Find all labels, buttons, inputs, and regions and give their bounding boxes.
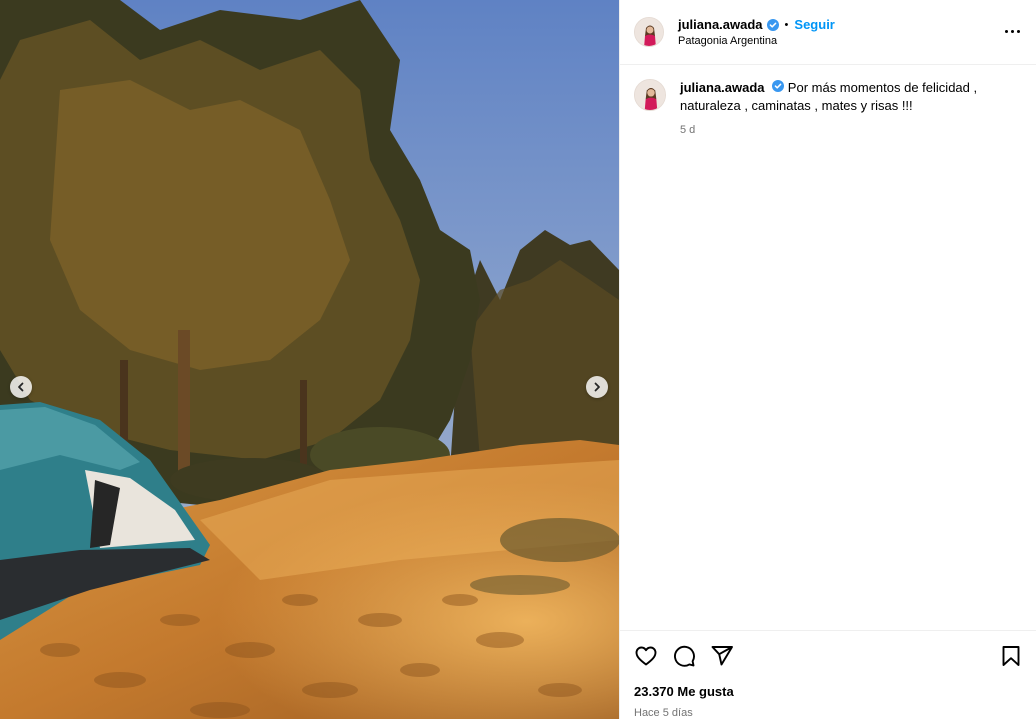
- verified-badge-icon: [766, 18, 779, 31]
- more-options-icon[interactable]: [1003, 22, 1022, 41]
- caption-text: juliana.awada Por más momentos de felici…: [680, 79, 1010, 115]
- landscape-illustration: [0, 0, 619, 719]
- separator-dot: •: [784, 18, 789, 31]
- next-photo-button[interactable]: [586, 376, 608, 398]
- post-date[interactable]: Hace 5 días: [634, 707, 1023, 719]
- profile-picture: [635, 80, 665, 110]
- comment-icon[interactable]: [672, 644, 696, 668]
- post-header: juliana.awada • Seguir Patagonia Argenti…: [620, 0, 1036, 65]
- profile-picture: [635, 18, 663, 46]
- caption-username[interactable]: juliana.awada: [680, 80, 765, 95]
- chevron-right-icon: [594, 382, 600, 392]
- previous-photo-button[interactable]: [10, 376, 32, 398]
- heart-icon[interactable]: [634, 644, 658, 668]
- chevron-left-icon: [18, 382, 24, 392]
- caption-timestamp[interactable]: 5 d: [680, 124, 1010, 136]
- verified-badge-icon: [772, 80, 785, 92]
- post-photo[interactable]: [0, 0, 619, 719]
- username[interactable]: juliana.awada: [678, 17, 763, 32]
- send-icon[interactable]: [710, 644, 734, 668]
- location-link[interactable]: Patagonia Argentina: [678, 35, 835, 47]
- avatar[interactable]: [634, 17, 664, 47]
- caption: juliana.awada Por más momentos de felici…: [620, 65, 1036, 136]
- follow-button[interactable]: Seguir: [794, 17, 834, 32]
- action-bar: 23.370 Me gusta Hace 5 días: [620, 630, 1036, 719]
- caption-avatar[interactable]: [634, 79, 666, 111]
- bookmark-icon[interactable]: [999, 644, 1023, 668]
- post-sidebar: juliana.awada • Seguir Patagonia Argenti…: [619, 0, 1036, 719]
- likes-count[interactable]: 23.370 Me gusta: [634, 684, 1023, 699]
